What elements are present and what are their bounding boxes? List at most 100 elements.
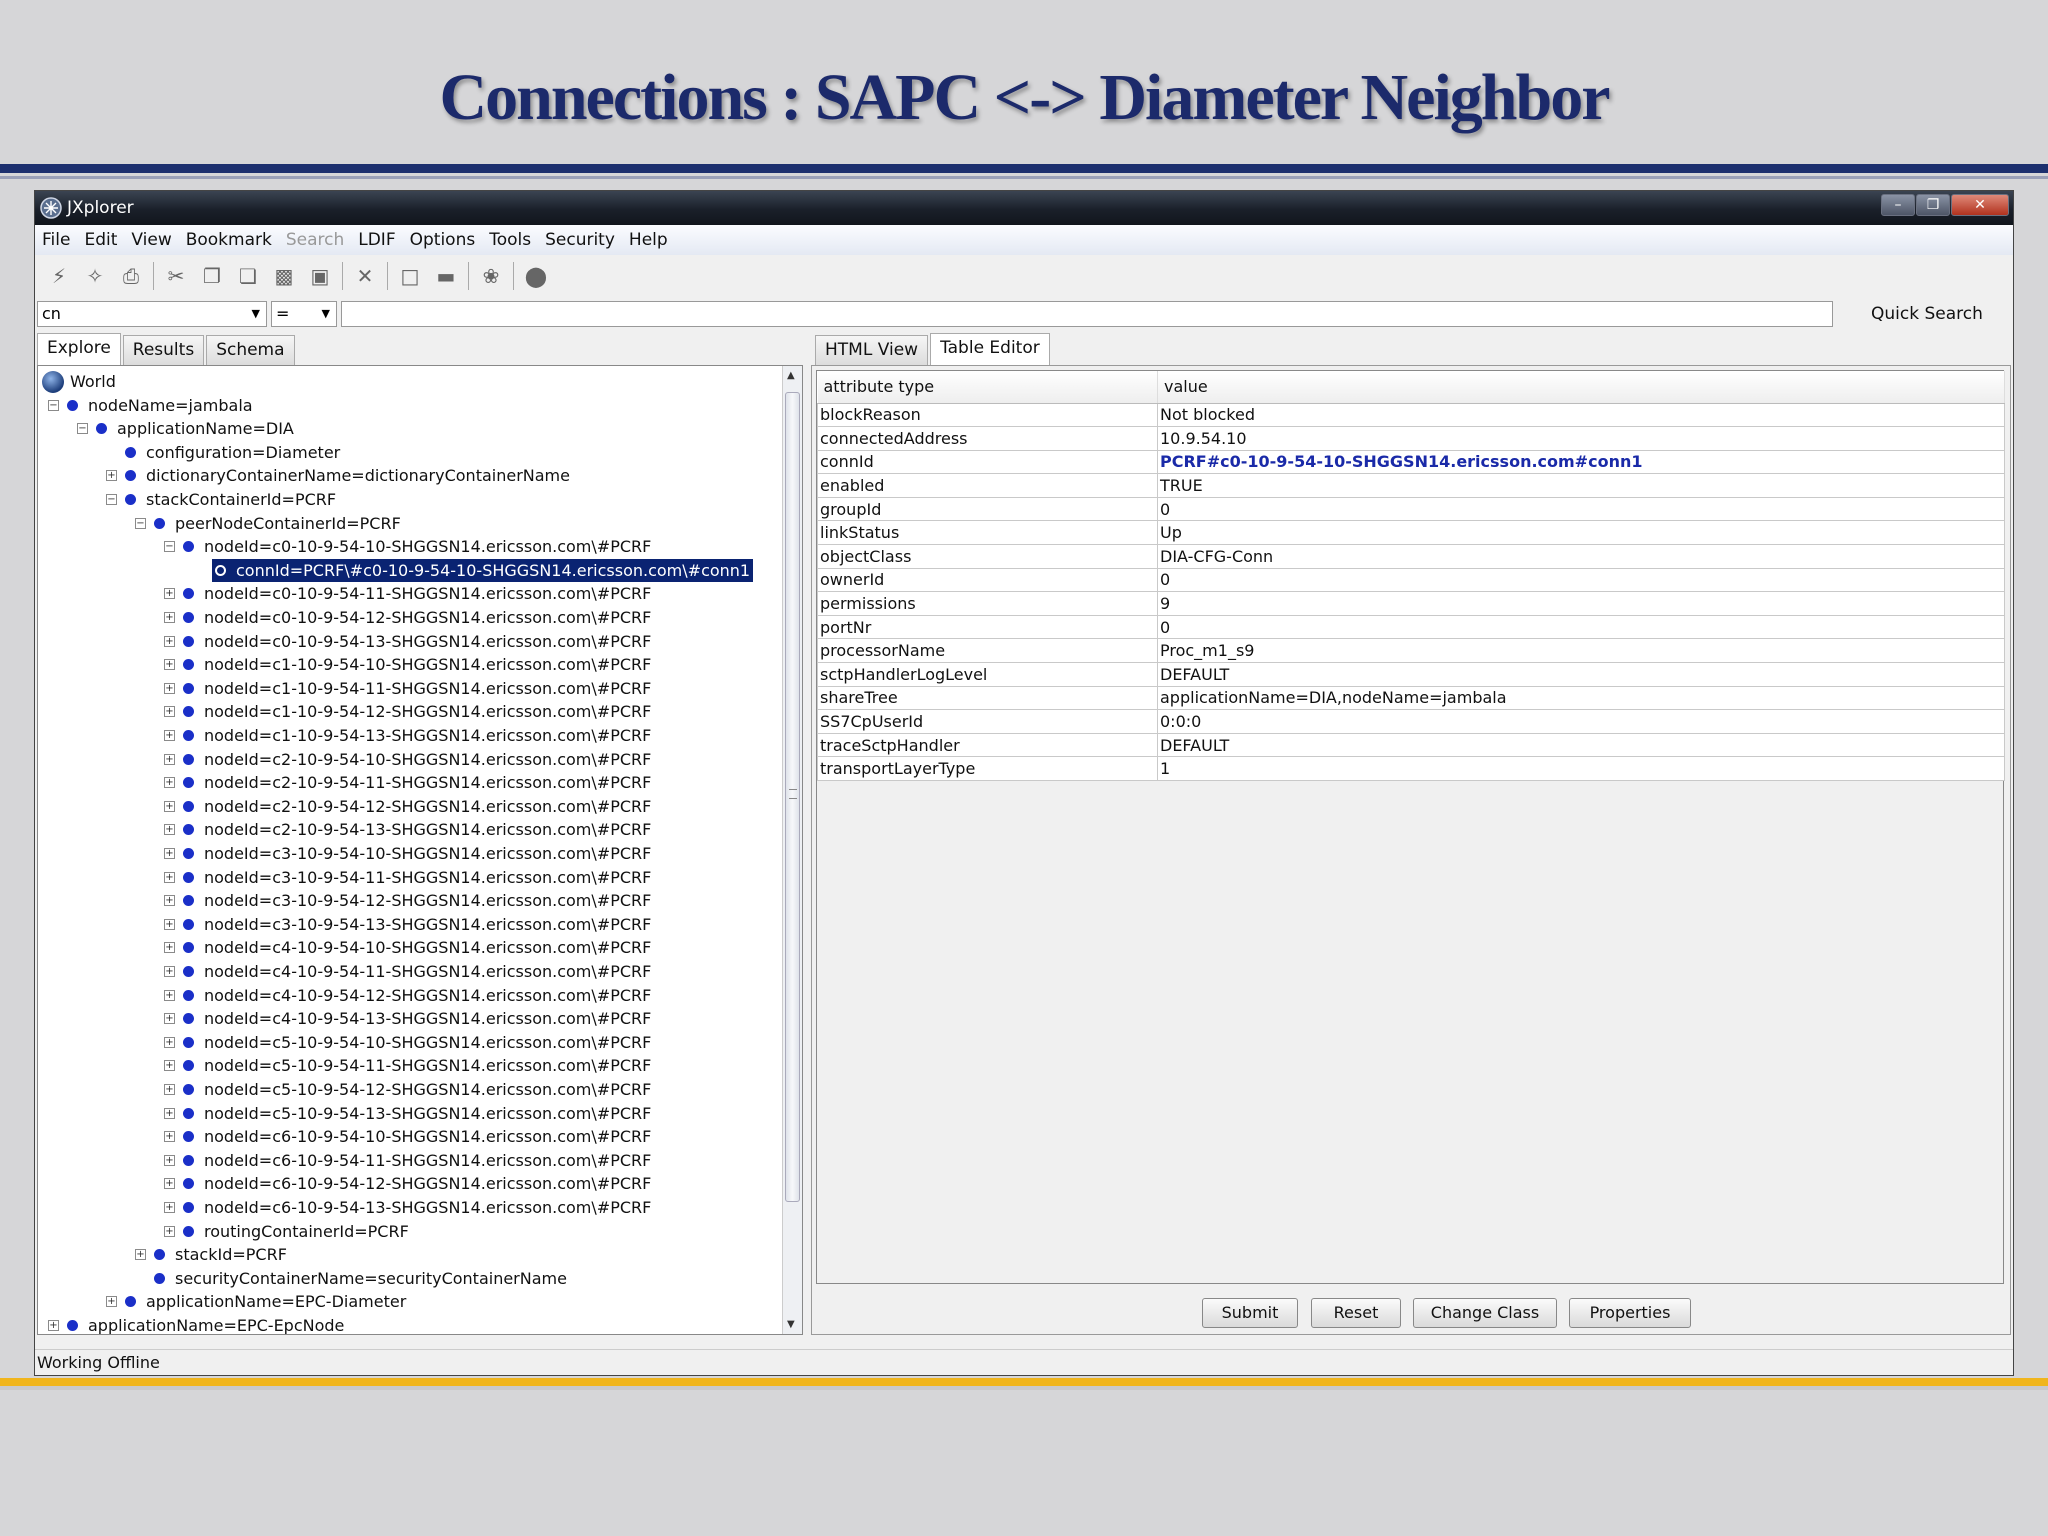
tree-node[interactable]: + nodeId=c1-10-9-54-10-SHGGSN14.ericsson.…	[164, 653, 651, 676]
attribute-value-cell[interactable]: 0	[1157, 567, 2005, 593]
table-row[interactable]: enabled TRUE	[817, 473, 2005, 498]
rename-button[interactable]: ▬	[431, 261, 461, 291]
paste-button[interactable]: ▩	[269, 261, 299, 291]
expand-icon[interactable]: +	[164, 730, 175, 741]
tree-node[interactable]: + nodeId=c0-10-9-54-11-SHGGSN14.ericsson.…	[164, 582, 651, 605]
attribute-type-cell[interactable]: connectedAddress	[817, 426, 1158, 451]
expand-icon[interactable]: +	[164, 659, 175, 671]
attribute-value-cell[interactable]: 0	[1157, 496, 2005, 522]
menu-help[interactable]: Help	[622, 230, 675, 250]
properties-button[interactable]: Properties	[1569, 1298, 1691, 1328]
tab-results[interactable]: Results	[122, 335, 205, 365]
expand-icon[interactable]: +	[106, 1296, 117, 1308]
menu-security[interactable]: Security	[538, 230, 622, 250]
search-attribute-select[interactable]: cn ▼	[37, 301, 267, 327]
tab-explore[interactable]: Explore	[37, 333, 121, 365]
attribute-type-cell[interactable]: permissions	[817, 591, 1158, 616]
attribute-value-cell[interactable]: DEFAULT	[1157, 732, 2005, 758]
tree-node[interactable]: + routingContainerId=PCRF	[164, 1220, 409, 1243]
expand-icon[interactable]: +	[164, 706, 175, 718]
print-button[interactable]: ⎙	[116, 261, 146, 291]
attribute-value-cell[interactable]: applicationName=DIA,nodeName=jambala	[1157, 685, 2005, 711]
copy-dn-button[interactable]: ❏	[233, 261, 263, 291]
table-row[interactable]: connId PCRF#c0-10-9-54-10-SHGGSN14.ericss…	[817, 449, 2005, 475]
tree-node[interactable]: + nodeId=c4-10-9-54-13-SHGGSN14.ericsson.…	[164, 1007, 651, 1030]
reset-button[interactable]: Reset	[1311, 1298, 1401, 1328]
tree-node[interactable]: + nodeId=c1-10-9-54-13-SHGGSN14.ericsson.…	[164, 724, 651, 747]
attribute-type-cell[interactable]: ownerId	[817, 567, 1158, 593]
cut-button[interactable]: ✂	[161, 261, 191, 291]
tree-node[interactable]: + nodeId=c4-10-9-54-11-SHGGSN14.ericsson.…	[164, 960, 651, 983]
attribute-type-cell[interactable]: processorName	[817, 638, 1158, 664]
scroll-down-icon[interactable]: ▼	[787, 1319, 795, 1330]
stop-button[interactable]: ⬤	[521, 261, 551, 291]
expand-icon[interactable]: +	[164, 1013, 175, 1025]
column-header-value[interactable]: value	[1157, 371, 2005, 404]
tree-node[interactable]: + nodeId=c5-10-9-54-12-SHGGSN14.ericsson.…	[164, 1078, 651, 1101]
copy-button[interactable]: ❐	[197, 261, 227, 291]
expand-icon[interactable]: +	[164, 1178, 175, 1190]
table-row[interactable]: shareTree applicationName=DIA,nodeName=ja…	[817, 685, 2005, 711]
table-row[interactable]: groupId 0	[817, 496, 2005, 522]
table-row[interactable]: blockReason Not blocked	[817, 402, 2005, 428]
connect-button[interactable]: ⚡	[44, 261, 74, 291]
collapse-icon[interactable]: −	[77, 423, 88, 435]
table-row[interactable]: transportLayerType 1	[817, 756, 2005, 781]
collapse-icon[interactable]: −	[164, 541, 175, 553]
tree-node[interactable]: + nodeId=c5-10-9-54-10-SHGGSN14.ericsson.…	[164, 1031, 651, 1054]
tree-node[interactable]: + dictionaryContainerName=dictionaryConta…	[106, 464, 570, 487]
expand-icon[interactable]: +	[164, 1060, 175, 1072]
collapse-icon[interactable]: −	[135, 517, 146, 529]
table-row[interactable]: sctpHandlerLogLevel DEFAULT	[817, 662, 2005, 687]
minimize-button[interactable]: –	[1881, 194, 1915, 216]
tree-node[interactable]: connId=PCRF\#c0-10-9-54-10-SHGGSN14.eric…	[193, 558, 754, 582]
quick-search-button[interactable]: Quick Search	[1871, 304, 1983, 324]
menu-search[interactable]: Search	[279, 230, 351, 250]
tab-schema[interactable]: Schema	[206, 335, 295, 365]
expand-icon[interactable]: +	[164, 1225, 175, 1237]
attribute-type-cell[interactable]: portNr	[817, 614, 1158, 640]
change-class-button[interactable]: Change Class	[1413, 1298, 1557, 1328]
menu-bookmark[interactable]: Bookmark	[179, 230, 279, 250]
expand-icon[interactable]: +	[164, 588, 175, 600]
tree-node[interactable]: + nodeId=c0-10-9-54-13-SHGGSN14.ericsson.…	[164, 630, 651, 653]
expand-icon[interactable]: +	[164, 824, 175, 836]
collapse-icon[interactable]: −	[48, 399, 59, 411]
tree-node[interactable]: − nodeId=c0-10-9-54-10-SHGGSN14.ericsson.…	[164, 535, 651, 558]
attribute-value-cell[interactable]: 1	[1157, 756, 2005, 781]
tree-scrollbar[interactable]: ▲ ▼	[782, 366, 802, 1334]
paste-alias-button[interactable]: ▣	[305, 261, 335, 291]
tab-table-editor[interactable]: Table Editor	[930, 333, 1050, 365]
expand-icon[interactable]: +	[106, 470, 117, 482]
tree-node[interactable]: + applicationName=EPC-EpcNode	[48, 1314, 344, 1334]
attribute-value-cell[interactable]: Proc_m1_s9	[1157, 638, 2005, 664]
expand-icon[interactable]: +	[164, 942, 175, 954]
attribute-type-cell[interactable]: shareTree	[817, 685, 1158, 711]
table-row[interactable]: processorName Proc_m1_s9	[817, 638, 2005, 664]
expand-icon[interactable]: +	[164, 612, 175, 623]
refresh-button[interactable]: ❀	[476, 261, 506, 291]
tree-node[interactable]: + nodeId=c2-10-9-54-11-SHGGSN14.ericsson.…	[164, 771, 651, 794]
expand-icon[interactable]: +	[164, 989, 175, 1001]
delete-button[interactable]: ✕	[350, 261, 380, 291]
tree-node[interactable]: − applicationName=DIA	[77, 417, 294, 440]
tree-node[interactable]: + nodeId=c4-10-9-54-10-SHGGSN14.ericsson.…	[164, 936, 651, 959]
attribute-value-cell[interactable]: 0:0:0	[1157, 709, 2005, 734]
tree-node[interactable]: + nodeId=c1-10-9-54-12-SHGGSN14.ericsson.…	[164, 700, 651, 723]
attribute-type-cell[interactable]: transportLayerType	[817, 756, 1158, 781]
expand-icon[interactable]: +	[164, 1107, 175, 1119]
attribute-value-cell[interactable]: PCRF#c0-10-9-54-10-SHGGSN14.ericsson.com…	[1157, 449, 2005, 475]
table-row[interactable]: permissions 9	[817, 591, 2005, 616]
attribute-value-cell[interactable]: Up	[1157, 520, 2005, 546]
attribute-value-cell[interactable]: 0	[1157, 614, 2005, 640]
tree-node[interactable]: + nodeId=c0-10-9-54-12-SHGGSN14.ericsson.…	[164, 606, 651, 629]
tree-node[interactable]: securityContainerName=securityContainerN…	[135, 1267, 567, 1290]
attribute-value-cell[interactable]: TRUE	[1157, 473, 2005, 498]
menu-edit[interactable]: Edit	[77, 230, 124, 250]
menu-tools[interactable]: Tools	[482, 230, 538, 250]
attribute-type-cell[interactable]: linkStatus	[817, 520, 1158, 546]
attribute-type-cell[interactable]: blockReason	[817, 402, 1158, 428]
attribute-type-cell[interactable]: connId	[817, 449, 1158, 475]
table-row[interactable]: SS7CpUserId 0:0:0	[817, 709, 2005, 734]
tree-node[interactable]: + nodeId=c5-10-9-54-11-SHGGSN14.ericsson.…	[164, 1054, 651, 1077]
